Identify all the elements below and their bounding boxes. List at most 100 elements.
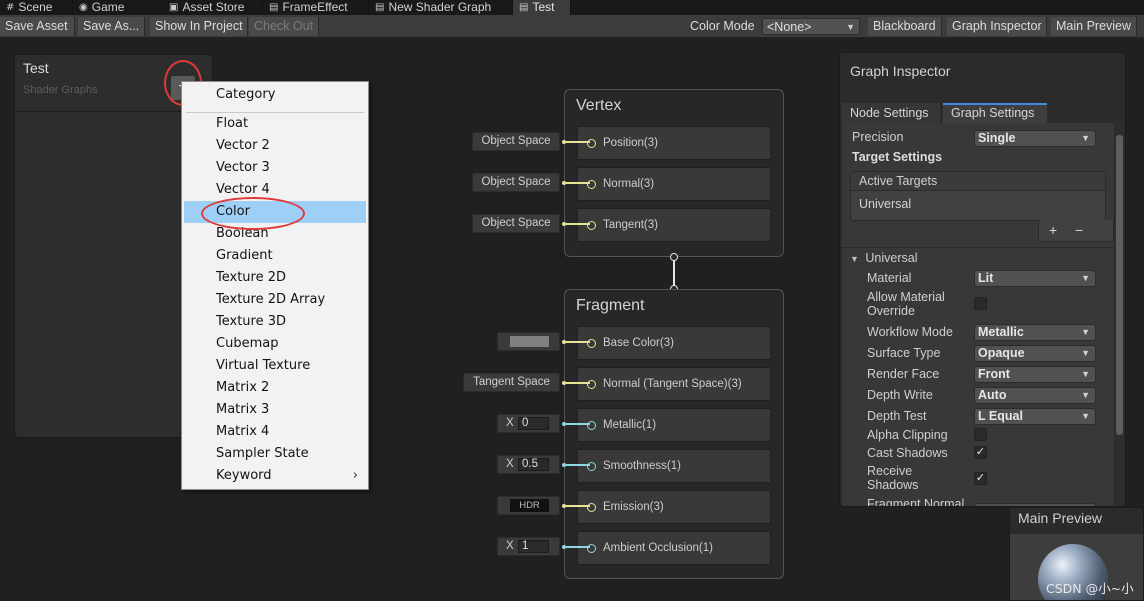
connection-wire: [566, 223, 590, 225]
store-icon: ▣: [169, 2, 179, 13]
menu-item-vector-2[interactable]: Vector 2: [184, 135, 366, 157]
normal-block[interactable]: Normal(3): [577, 167, 771, 201]
blackboard-toggle-button[interactable]: Blackboard: [868, 17, 942, 36]
metallic-block[interactable]: Metallic(1): [577, 408, 771, 442]
smoothness-value-field[interactable]: 0.5: [518, 458, 549, 471]
tab-test[interactable]: ▤ Test: [513, 0, 571, 15]
material-label: Material: [867, 271, 912, 285]
graph-inspector-title: Graph Inspector: [850, 63, 951, 79]
target-item-universal[interactable]: Universal: [859, 197, 911, 211]
inspector-scrollbar[interactable]: [1115, 123, 1124, 506]
tab-label: Asset Store: [182, 0, 245, 14]
menu-item-gradient[interactable]: Gradient: [184, 245, 366, 267]
check-out-button: Check Out: [249, 17, 319, 36]
emission-input[interactable]: HDR: [497, 496, 560, 515]
tab-new-shader-graph[interactable]: ▤ New Shader Graph: [369, 0, 513, 15]
base-color-block[interactable]: Base Color(3): [577, 326, 771, 360]
tab-scene[interactable]: # Scene: [0, 0, 73, 15]
menu-item-matrix-3[interactable]: Matrix 3: [184, 399, 366, 421]
precision-value: Single: [978, 131, 1016, 145]
graph-inspector-panel: Graph Inspector Node Settings Graph Sett…: [839, 52, 1126, 507]
save-as-button[interactable]: Save As...: [78, 17, 145, 36]
tab-graph-settings[interactable]: Graph Settings: [943, 103, 1047, 123]
base-color-input[interactable]: [497, 332, 560, 351]
receive-shadows-checkbox[interactable]: ✓: [974, 472, 987, 485]
tangent-block[interactable]: Tangent(3): [577, 208, 771, 242]
smoothness-input[interactable]: X 0.5: [497, 455, 560, 474]
menu-separator: [186, 112, 364, 113]
ambient-occlusion-input[interactable]: X 1: [497, 537, 560, 556]
material-dropdown[interactable]: Lit ▼: [974, 270, 1096, 287]
menu-item-cubemap[interactable]: Cubemap: [184, 333, 366, 355]
menu-item-vector-3[interactable]: Vector 3: [184, 157, 366, 179]
ambient-occlusion-value-field[interactable]: 1: [518, 540, 549, 553]
metallic-value-field[interactable]: 0: [518, 417, 549, 430]
depth-write-dropdown[interactable]: Auto ▼: [974, 387, 1096, 404]
foldout-arrow-icon: ▼: [850, 254, 859, 264]
tangent-space-input[interactable]: Object Space: [472, 214, 560, 233]
shader-graph-toolbar: Save Asset Save As... Show In Project Ch…: [0, 15, 1144, 38]
position-space-input[interactable]: Object Space: [472, 132, 560, 151]
menu-item-matrix-2[interactable]: Matrix 2: [184, 377, 366, 399]
axis-label: X: [506, 458, 514, 470]
remove-target-button[interactable]: −: [1075, 222, 1083, 238]
normal-tangent-block[interactable]: Normal (Tangent Space)(3): [577, 367, 771, 401]
inspector-tabs: Node Settings Graph Settings: [842, 103, 1123, 123]
menu-item-float[interactable]: Float: [184, 113, 366, 135]
menu-item-category[interactable]: Category: [184, 84, 366, 106]
menu-item-label: Cubemap: [216, 336, 279, 351]
allow-material-override-label: Allow Material Override: [867, 290, 945, 318]
tab-node-settings[interactable]: Node Settings: [842, 103, 940, 123]
graph-inspector-toggle-button[interactable]: Graph Inspector: [947, 17, 1047, 36]
menu-item-matrix-4[interactable]: Matrix 4: [184, 421, 366, 443]
ambient-occlusion-block[interactable]: Ambient Occlusion(1): [577, 531, 771, 565]
normal-space-input[interactable]: Object Space: [472, 173, 560, 192]
save-asset-button[interactable]: Save Asset: [0, 17, 75, 36]
smoothness-block[interactable]: Smoothness(1): [577, 449, 771, 483]
hdr-color-swatch[interactable]: HDR: [510, 499, 549, 512]
menu-item-sampler-state[interactable]: Sampler State: [184, 443, 366, 465]
workflow-mode-label: Workflow Mode: [867, 325, 953, 339]
tab-frame-effect[interactable]: ▤ FrameEffect: [263, 0, 369, 15]
show-in-project-button[interactable]: Show In Project: [150, 17, 248, 36]
cast-shadows-checkbox[interactable]: ✓: [974, 446, 987, 459]
watermark-text: CSDN @小~小: [1046, 581, 1134, 596]
menu-item-texture-3d[interactable]: Texture 3D: [184, 311, 366, 333]
depth-test-dropdown[interactable]: L Equal ▼: [974, 408, 1096, 425]
divider: [842, 247, 1114, 248]
add-target-button[interactable]: +: [1049, 222, 1057, 238]
normal-space-input[interactable]: Tangent Space: [463, 373, 560, 392]
fragment-context[interactable]: Fragment Base Color(3) Normal (Tangent S…: [564, 289, 784, 579]
color-mode-dropdown[interactable]: <None> ▼: [762, 18, 860, 35]
scrollbar-thumb[interactable]: [1116, 135, 1123, 435]
emission-block[interactable]: Emission(3): [577, 490, 771, 524]
position-block[interactable]: Position(3): [577, 126, 771, 160]
render-face-label: Render Face: [867, 367, 940, 381]
allow-material-override-checkbox[interactable]: [974, 297, 987, 310]
menu-item-label: Matrix 3: [216, 402, 270, 417]
alpha-clipping-checkbox[interactable]: [974, 428, 987, 441]
chevron-down-icon: ▼: [1081, 348, 1090, 358]
universal-foldout[interactable]: ▼ Universal: [850, 251, 918, 266]
main-preview-toggle-button[interactable]: Main Preview: [1051, 17, 1137, 36]
vertex-context[interactable]: Vertex Position(3) Normal(3) Tangent(3): [564, 89, 784, 257]
material-value: Lit: [978, 271, 994, 285]
menu-item-texture-2d-array[interactable]: Texture 2D Array: [184, 289, 366, 311]
workflow-mode-dropdown[interactable]: Metallic ▼: [974, 324, 1096, 341]
menu-item-keyword[interactable]: Keyword ›: [184, 465, 366, 487]
tab-asset-store[interactable]: ▣ Asset Store: [163, 0, 263, 15]
metallic-input[interactable]: X 0: [497, 414, 560, 433]
chevron-down-icon: ▼: [1081, 411, 1090, 421]
menu-item-texture-2d[interactable]: Texture 2D: [184, 267, 366, 289]
precision-dropdown[interactable]: Single ▼: [974, 130, 1096, 147]
color-swatch[interactable]: [510, 336, 549, 347]
render-face-dropdown[interactable]: Front ▼: [974, 366, 1096, 383]
menu-item-label: Keyword: [216, 468, 272, 483]
surface-type-dropdown[interactable]: Opaque ▼: [974, 345, 1096, 362]
chevron-down-icon: ▼: [1081, 327, 1090, 337]
tab-game[interactable]: ◉ Game: [73, 0, 163, 15]
flow-port-out[interactable]: [670, 253, 678, 261]
menu-item-label: Matrix 2: [216, 380, 270, 395]
menu-item-virtual-texture[interactable]: Virtual Texture: [184, 355, 366, 377]
menu-item-label: Vector 2: [216, 138, 270, 153]
